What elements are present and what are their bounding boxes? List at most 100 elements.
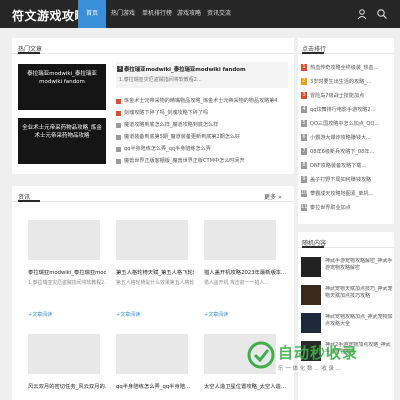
hot-articles-panel: 热门文章 泰拉瑞亚modwiki_泰拉瑞亚modwiki fandom 全业术士…	[12, 38, 294, 174]
heading-accent	[302, 52, 324, 54]
ranking-item[interactable]: 11 泰拉世界职业加点	[301, 202, 395, 214]
rank-badge: 4	[301, 106, 307, 113]
card-read-link-3[interactable]: +文章阅读	[204, 311, 228, 318]
rank-badge: 1	[301, 64, 307, 71]
ranking-item[interactable]: 1 热血传奇攻略全终级装_热血...	[301, 62, 395, 74]
card-title-5[interactable]: qq半身陪练怎么弄_qq半身陪...	[116, 382, 194, 390]
card-thumbnail-5[interactable]	[116, 334, 188, 374]
rank-badge: 10	[301, 190, 308, 197]
random-thumbnail[interactable]	[301, 313, 321, 333]
ranking-item-title[interactable]: QQ三国攻略中怎么加点_QQ...	[310, 120, 394, 127]
nav-hot-games[interactable]: 热门游戏	[106, 0, 140, 28]
card-desc-2: 第五人格轮椅是什么效果第五人格轮椅...	[116, 280, 194, 286]
card-title-3[interactable]: 猎人盖开机攻略2023年最新版本...	[204, 268, 286, 276]
highlight-title[interactable]: 泰拉瑞亚modwiki_泰拉瑞亚modwiki fandom	[124, 65, 246, 73]
divider	[12, 201, 294, 202]
list-item[interactable]: 魔道装备到底第5期_魔道装备更新到底第2期怎么好	[116, 132, 291, 141]
user-icon[interactable]	[356, 8, 368, 20]
random-item[interactable]: 神武手游宠物攻略解密_神武手游宠物攻略解密	[301, 256, 395, 282]
search-icon[interactable]	[376, 8, 388, 20]
card-thumbnail-1[interactable]	[28, 220, 100, 260]
watermark-subtitle: 乐 一 体 化 数 ... 收 录 ...	[278, 366, 341, 372]
card-thumbnail-3[interactable]	[204, 220, 276, 260]
rank-badge: 9	[301, 176, 307, 183]
random-thumbnail[interactable]	[301, 285, 321, 305]
card-thumbnail-2[interactable]	[116, 220, 188, 260]
card-desc-1: 1.泰拉瑞亚灾厄盗贼指间将软教程2...	[28, 280, 106, 286]
nav-ranking[interactable]: 单机排行榜	[140, 0, 174, 28]
more-link-label: 更多	[264, 194, 277, 201]
card-read-link-1[interactable]: +文章阅读	[28, 311, 52, 318]
ranking-item-title[interactable]: DNF攻略装备攻略下载...	[310, 162, 394, 169]
featured-title-1: 泰拉瑞亚modwiki_泰拉瑞亚modwiki fandom	[27, 71, 97, 85]
more-link[interactable]: 更多 »	[264, 192, 282, 201]
nav-home[interactable]: 首页	[78, 0, 106, 28]
nav-news[interactable]: 资讯交流	[204, 0, 234, 28]
ranking-item[interactable]: 9 盖子打野下局如何赚钱攻略	[301, 174, 395, 186]
card-title-2[interactable]: 第五人格轮椅天赋_第五人格飞轮效...	[116, 268, 194, 276]
list-item[interactable]: 魔道攻略到底怎么样_魔道攻略到底怎么样	[116, 120, 291, 129]
bullet-icon	[116, 123, 121, 128]
watermark-logo-icon	[247, 341, 275, 369]
ranking-item[interactable]: 3 冒险岛7级战士技能加点	[301, 90, 395, 102]
ranking-item[interactable]: 4 qq炫舞排行电影手游攻略2...	[301, 104, 395, 116]
card-thumbnail-4[interactable]	[28, 334, 100, 374]
random-item[interactable]: 神武宠物攻略加点_神武宠物加点攻略大全	[301, 312, 395, 338]
bullet-icon	[116, 159, 121, 164]
random-item-title[interactable]: 神武宠物天赋加点技巧_神武宠物天赋加点技巧攻略	[325, 286, 395, 308]
ranking-item[interactable]: 7 08年6级新兵攻略下_08年...	[301, 146, 395, 158]
random-item-title[interactable]: 神武宠物攻略加点_神武宠物加点攻略大全	[325, 314, 395, 336]
ranking-item[interactable]: 5 QQ三国攻略中怎么加点_QQ...	[301, 118, 395, 130]
watermark: 自动秒收录 乐 一 体 化 数 ... 收 录 ...	[246, 340, 386, 386]
list-item-title[interactable]: 魔道攻略到底怎么样_魔道攻略到底怎么样	[124, 121, 292, 128]
list-item-title[interactable]: 魔道装备到底第5期_魔道装备更新到底第2期怎么好	[124, 133, 292, 140]
bullet-icon	[116, 147, 121, 152]
rank-badge: 7	[301, 148, 307, 155]
featured-title-2: 全业术士元帝采药物品攻略_炼金术士元帝采药物品攻略	[22, 125, 102, 139]
card-title-4[interactable]: 风云双月的密切任务_风云双月的...	[28, 382, 106, 390]
featured-image-2[interactable]: 全业术士元帝采药物品攻略_炼金术士元帝采药物品攻略	[18, 118, 106, 164]
list-item-title[interactable]: qq半身陪练怎么弄_qq半身陪练怎么弄	[124, 145, 292, 152]
list-item[interactable]: 炼金术士元帝采物的精嘴物品攻略_炼金术士元帝采物的物品攻略第4	[116, 96, 291, 105]
ranking-item-title[interactable]: 热血传奇攻略全终级装_热血...	[310, 64, 394, 71]
list-item-title[interactable]: 炼金术士元帝采物的精嘴物品攻略_炼金术士元帝采物的物品攻略第4	[124, 97, 292, 104]
ranking-item-title[interactable]: 泰拉世界职业加点	[310, 204, 394, 211]
featured-image-1[interactable]: 泰拉瑞亚modwiki_泰拉瑞亚modwiki fandom	[18, 64, 106, 110]
list-item[interactable]: qq半身陪练怎么弄_qq半身陪练怎么弄	[116, 144, 291, 153]
ranking-item[interactable]: 8 DNF攻略装备攻略下载...	[301, 160, 395, 172]
ranking-item-title[interactable]: 小霸游大爆炸攻略赚钱大...	[310, 134, 394, 141]
heading-accent	[18, 52, 40, 54]
ranking-item-title[interactable]: 盖子打野下局如何赚钱攻略	[310, 176, 394, 183]
list-item[interactable]: 魔兽世界正版客棚版_魔兽世界正版CTM中怎么时间开	[116, 156, 291, 165]
ranking-item-title[interactable]: 攀霸成天攻略地图素_单机...	[310, 190, 394, 197]
rank-badge: 6	[301, 134, 307, 141]
heading-accent	[18, 200, 40, 202]
rank-number: 1	[117, 66, 123, 72]
ranking-item[interactable]: 6 小霸游大爆炸攻略赚钱大...	[301, 132, 395, 144]
divider	[12, 53, 294, 54]
rank-badge: 5	[301, 120, 307, 127]
bullet-icon	[116, 135, 121, 140]
random-item-title[interactable]: 神武手游宠物攻略解密_神武手游宠物攻略解密	[325, 258, 395, 280]
card-title-1[interactable]: 泰拉瑞亚modwiki_泰拉瑞亚mod...	[28, 268, 106, 276]
watermark-title: 自动秒收录	[278, 344, 359, 362]
list-item[interactable]: 剑魂攻略下碎了吗_剑魂攻略下碎了吗	[116, 108, 291, 117]
list-item-title[interactable]: 魔兽世界正版客棚版_魔兽世界正版CTM中怎么时间开	[124, 157, 292, 164]
ranking-item-title[interactable]: 冒险岛7级战士技能加点	[310, 92, 394, 99]
ranking-item-title[interactable]: 3岁时要生出生活的攻略_...	[310, 78, 394, 85]
random-item[interactable]: 神武宠物天赋加点技巧_神武宠物天赋加点技巧攻略	[301, 284, 395, 310]
rank-badge: 3	[301, 92, 307, 99]
highlight-desc: 1.泰拉瑞亚灾厄盗贼指间将软教程2...	[119, 77, 202, 83]
ranking-item-title[interactable]: qq炫舞排行电影手游攻略2...	[310, 106, 394, 113]
ranking-item[interactable]: 10 攀霸成天攻略地图素_单机...	[301, 188, 395, 200]
bullet-icon	[116, 99, 121, 104]
nav-guides[interactable]: 游戏攻略	[174, 0, 204, 28]
heading-accent	[302, 246, 324, 248]
random-thumbnail[interactable]	[301, 257, 321, 277]
list-item-title[interactable]: 剑魂攻略下碎了吗_剑魂攻略下碎了吗	[124, 109, 292, 116]
bullet-icon	[116, 111, 121, 116]
ranking-item[interactable]: 2 3岁时要生出生活的攻略_...	[301, 76, 395, 88]
card-read-link-2[interactable]: +文章阅读	[116, 311, 140, 318]
ranking-item-title[interactable]: 08年6级新兵攻略下_08年...	[310, 148, 394, 155]
hot-highlight-item[interactable]: 1 泰拉瑞亚modwiki_泰拉瑞亚modwiki fandom 1.泰拉瑞亚灾…	[116, 62, 288, 88]
